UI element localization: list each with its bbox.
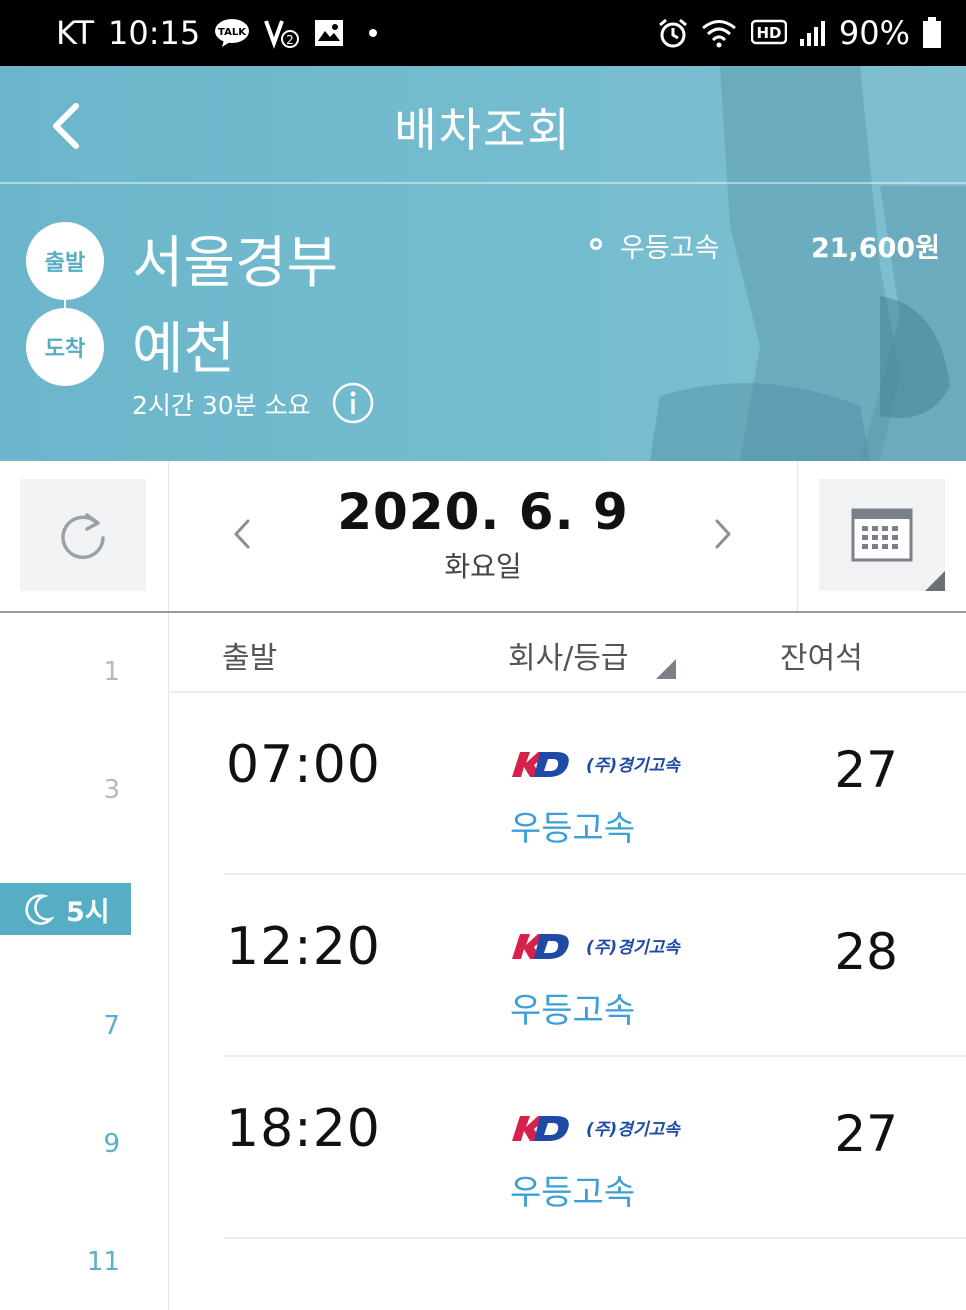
hour-tick-9[interactable]: 9 [0, 1129, 130, 1159]
svg-text:HD: HD [756, 24, 781, 42]
divider [168, 461, 169, 611]
schedule-row[interactable]: 07:00 (주)경기고속 우등고속 27 [224, 693, 966, 875]
signal-icon [799, 19, 827, 47]
company-bullet [590, 238, 602, 250]
hour-tick-1[interactable]: 1 [0, 657, 130, 687]
bus-grade: 우등고속 [510, 809, 636, 849]
current-hour-indicator[interactable]: 5시 [0, 883, 131, 935]
info-icon[interactable] [332, 382, 374, 424]
kakaotalk-icon: TALK [214, 18, 250, 48]
refresh-icon [61, 513, 105, 559]
svg-text:2: 2 [286, 33, 294, 47]
hour-tick-11[interactable]: 11 [0, 1247, 130, 1277]
clock: 10:15 [108, 14, 201, 52]
hour-tick-7[interactable]: 7 [0, 1011, 130, 1041]
hd-voice-icon: HD [750, 19, 787, 47]
departure-time: 18:20 [226, 1099, 381, 1159]
dot-icon [358, 23, 388, 43]
company-name: (주)경기고속 [586, 1120, 681, 1140]
current-hour-label: 5시 [66, 896, 110, 928]
arrival-terminal: 예천 [132, 317, 236, 382]
battery-icon [922, 17, 942, 49]
alarm-icon [657, 17, 689, 49]
voice-call-icon: 2 [264, 17, 300, 49]
top-app-bar: 배차조회 [0, 66, 966, 184]
svg-text:TALK: TALK [218, 27, 247, 38]
bus-grade-label: 우등고속 [620, 233, 720, 264]
fare-price: 21,600원 [810, 233, 940, 264]
departure-badge: 출발 [26, 222, 104, 300]
battery-percent: 90% [838, 14, 910, 52]
refresh-button[interactable] [20, 479, 146, 591]
schedule-row[interactable]: 12:20 (주)경기고속 우등고속 28 [224, 875, 966, 1057]
remaining-seats: 27 [834, 1105, 898, 1163]
status-bar: KT 10:15 TALK 2 HD 90% [0, 0, 966, 66]
hour-index-rail: 1 3 5시 7 9 11 [0, 613, 169, 1310]
divider [797, 461, 798, 611]
company-name: (주)경기고속 [586, 938, 681, 958]
route-header: 배차조회 출발 도착 서울경부 예천 2시간 30분 소요 우등고속 21,60… [0, 66, 966, 461]
selected-date: 2020. 6. 9 [337, 483, 629, 541]
kd-company-logo: (주)경기고속 [512, 934, 681, 959]
page-title: 배차조회 [394, 103, 572, 157]
sort-indicator[interactable] [656, 659, 676, 679]
arrival-badge: 도착 [26, 308, 104, 386]
kd-company-logo: (주)경기고속 [512, 1116, 681, 1141]
departure-terminal: 서울경부 [132, 231, 339, 296]
column-departure: 출발 [222, 641, 278, 676]
calendar-icon [851, 508, 913, 562]
gallery-icon [314, 19, 344, 47]
bus-grade: 우등고속 [510, 991, 636, 1031]
wifi-icon [701, 18, 739, 48]
calendar-button[interactable] [819, 479, 945, 591]
departure-time: 12:20 [226, 917, 381, 977]
selected-weekday: 화요일 [444, 550, 522, 583]
kd-company-logo: (주)경기고속 [512, 752, 681, 777]
travel-duration: 2시간 30분 소요 [132, 391, 311, 420]
chevron-right-icon [715, 519, 731, 549]
calendar-corner-mark [925, 571, 945, 591]
hour-tick-3[interactable]: 3 [0, 775, 130, 805]
column-company-grade[interactable]: 회사/등급 [508, 633, 629, 677]
remaining-seats: 28 [834, 923, 898, 981]
carrier-label: KT [56, 14, 95, 52]
next-day-button[interactable] [703, 509, 743, 559]
moon-icon [25, 894, 54, 925]
bus-grade: 우등고속 [510, 1173, 636, 1213]
departure-time: 07:00 [226, 735, 381, 795]
company-name: (주)경기고속 [586, 756, 681, 776]
date-selector-bar: 2020. 6. 9 화요일 [0, 461, 966, 613]
chevron-left-icon [234, 519, 250, 549]
schedule-table-header: 출발 회사/등급 잔여석 [170, 613, 966, 693]
schedule-row[interactable]: 18:20 (주)경기고속 우등고속 27 [224, 1057, 966, 1239]
column-seats: 잔여석 [780, 641, 863, 676]
remaining-seats: 27 [834, 741, 898, 799]
previous-day-button[interactable] [222, 509, 262, 559]
